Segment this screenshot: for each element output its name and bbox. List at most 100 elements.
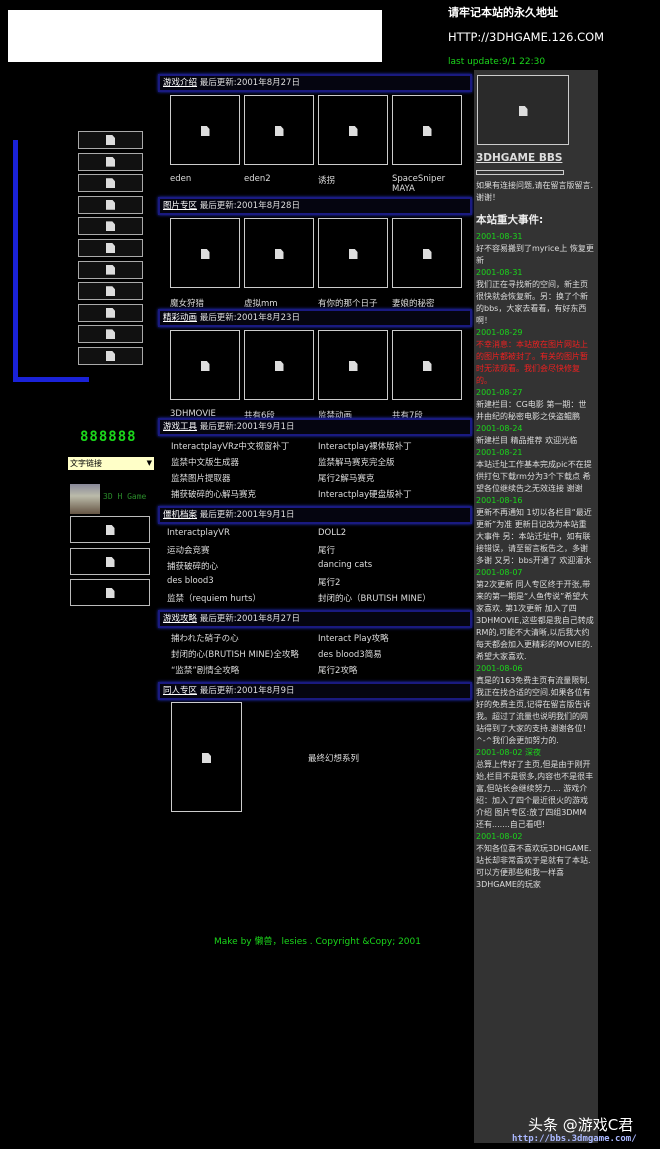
- side-link-box[interactable]: [70, 579, 150, 606]
- thumbnail-caption[interactable]: SpaceSniper MAYA: [392, 174, 466, 194]
- nav-button[interactable]: [78, 282, 143, 301]
- section-title[interactable]: 图片专区: [163, 201, 197, 211]
- download-link[interactable]: 尾行: [318, 544, 335, 556]
- thumbnail[interactable]: [244, 330, 314, 400]
- thumbnail[interactable]: [392, 95, 462, 165]
- footer-copyright: Make by 懒兽，lesies . Copyright &Copy; 200…: [214, 937, 421, 947]
- download-link[interactable]: Interact Play攻略: [318, 632, 389, 644]
- nav-button[interactable]: [78, 347, 143, 365]
- thumbnail-caption[interactable]: 诱拐: [318, 174, 392, 186]
- download-link[interactable]: des blood3简易: [318, 648, 382, 660]
- download-link[interactable]: “监禁”剧情全攻略: [171, 664, 239, 676]
- nav-button[interactable]: [78, 174, 143, 193]
- download-link[interactable]: InteractplayVR: [167, 528, 230, 538]
- thumbnail[interactable]: [392, 330, 462, 400]
- site-url[interactable]: HTTP://3DHGAME.126.COM: [448, 30, 604, 44]
- thumbnail-caption[interactable]: 有你的那个日子: [318, 297, 392, 309]
- thumbnail[interactable]: [171, 702, 242, 812]
- thumbnail-caption[interactable]: 虚拟mm: [244, 297, 318, 309]
- download-link[interactable]: InteractplayVRz中文视窗补丁: [171, 440, 289, 452]
- download-link[interactable]: 封闭的心(BRUTISH MINE)全攻略: [171, 648, 299, 660]
- section-title[interactable]: 僵机档案: [163, 510, 197, 520]
- thumbnail[interactable]: [170, 218, 240, 288]
- download-link[interactable]: Interactplay硬盘版补丁: [318, 488, 412, 500]
- last-update: last update:9/1 22:30: [448, 57, 546, 67]
- section-title[interactable]: 游戏介绍: [163, 78, 197, 88]
- event-date: 2001-08-06: [476, 664, 523, 673]
- download-link[interactable]: 尾行2: [318, 576, 340, 588]
- section-updated: 最后更新:2001年8月27日: [199, 614, 300, 624]
- thumbnail-caption[interactable]: 妻娘的秘密: [392, 297, 466, 309]
- download-link[interactable]: des blood3: [167, 576, 214, 586]
- section-header: 游戏攻略 最后更新:2001年8月27日: [158, 610, 472, 628]
- download-link[interactable]: 监禁图片提取器: [171, 472, 231, 484]
- nav-button[interactable]: [78, 303, 143, 322]
- event-date: 2001-08-02 深夜: [476, 748, 542, 757]
- thumbnail[interactable]: [170, 95, 240, 165]
- section-header: 僵机档案 最后更新:2001年9月1日: [158, 506, 472, 524]
- events-title: 本站重大事件:: [476, 214, 544, 226]
- event-text: 总算上传好了主页,但是由于刚开始,栏目不是很多,内容也不是很丰富,但站长会继续努…: [476, 760, 594, 829]
- thumbnail[interactable]: [318, 218, 388, 288]
- section-title[interactable]: 精彩动画: [163, 313, 197, 323]
- broken-image-icon: [274, 361, 284, 371]
- thumbnail[interactable]: [244, 95, 314, 165]
- event-text: 不幸消息：本站放在图片网站上的图片都被封了。有关的图片暂时无法观看。我们会尽快修…: [476, 340, 588, 385]
- download-link[interactable]: 捕获破碎的心解马赛克: [171, 488, 256, 500]
- section-title[interactable]: 游戏工具: [163, 422, 197, 432]
- watermark-url: http://bbs.3dmgame.com/: [512, 1134, 637, 1144]
- thumbnail-caption[interactable]: eden2: [244, 174, 318, 184]
- bbs-link[interactable]: 3DHGAME BBS: [476, 152, 562, 164]
- thumbnail[interactable]: [170, 330, 240, 400]
- broken-image-icon: [200, 249, 210, 259]
- side-link-box[interactable]: [70, 516, 150, 543]
- download-link[interactable]: 捕获破碎的心: [167, 560, 218, 572]
- broken-image-icon: [348, 361, 358, 371]
- download-link[interactable]: 捕われた硝子の心: [171, 632, 239, 644]
- item-link[interactable]: 最终幻想系列: [308, 752, 359, 764]
- download-link[interactable]: 监禁（requiem hurts）: [167, 592, 261, 604]
- download-link[interactable]: 封闭的心（BRUTISH MINE）: [318, 592, 431, 604]
- download-link[interactable]: dancing cats: [318, 560, 372, 570]
- event-date: 2001-08-31: [476, 232, 523, 241]
- nav-button[interactable]: [78, 260, 143, 279]
- broken-image-icon: [274, 126, 284, 136]
- nav-button[interactable]: [78, 239, 143, 257]
- watermark-brand: 头条 @游戏C君: [528, 1116, 634, 1134]
- download-link[interactable]: 运动会竞赛: [167, 544, 210, 556]
- download-link[interactable]: 尾行2攻略: [318, 664, 357, 676]
- nav-button[interactable]: [78, 131, 143, 149]
- right-banner[interactable]: [477, 75, 569, 145]
- download-link[interactable]: DOLL2: [318, 528, 346, 538]
- download-link[interactable]: Interactplay裸体版补丁: [318, 440, 412, 452]
- nav-button[interactable]: [78, 325, 143, 344]
- thumbnail[interactable]: [392, 218, 462, 288]
- section-title[interactable]: 同人专区: [163, 686, 197, 696]
- nav-button[interactable]: [78, 152, 143, 171]
- broken-image-icon: [105, 557, 115, 567]
- text-links-select[interactable]: 文字链接 ▼: [68, 457, 154, 470]
- avatar-label: 3D H Game: [103, 492, 147, 501]
- section-title[interactable]: 游戏攻略: [163, 614, 197, 624]
- thumbnail-caption[interactable]: eden: [170, 174, 244, 184]
- notice-text: 请牢记本站的永久地址: [448, 6, 558, 19]
- banner-image: [8, 10, 382, 62]
- broken-image-icon: [422, 361, 432, 371]
- broken-image-icon: [106, 264, 115, 275]
- download-link[interactable]: 监禁解马赛克完全版: [318, 456, 395, 468]
- section-header: 游戏介绍 最后更新:2001年8月27日: [158, 74, 472, 92]
- broken-image-icon: [106, 199, 115, 210]
- event-text: 本站迁址工作基本完成pic不在提供打包下载rm分为3个下载点 希望各位继续告之无…: [476, 460, 592, 493]
- side-link-box[interactable]: [70, 548, 150, 575]
- thumbnail[interactable]: [244, 218, 314, 288]
- thumbnail[interactable]: [318, 330, 388, 400]
- avatar-image[interactable]: [70, 484, 100, 514]
- thumbnail-caption[interactable]: 魔女狩猎: [170, 297, 244, 309]
- nav-button[interactable]: [78, 195, 143, 214]
- nav-button[interactable]: [78, 217, 143, 236]
- broken-image-icon: [106, 351, 115, 361]
- thumbnail[interactable]: [318, 95, 388, 165]
- download-link[interactable]: 尾行2解马赛克: [318, 472, 374, 484]
- download-link[interactable]: 监禁中文版生成器: [171, 456, 239, 468]
- broken-image-icon: [106, 135, 115, 145]
